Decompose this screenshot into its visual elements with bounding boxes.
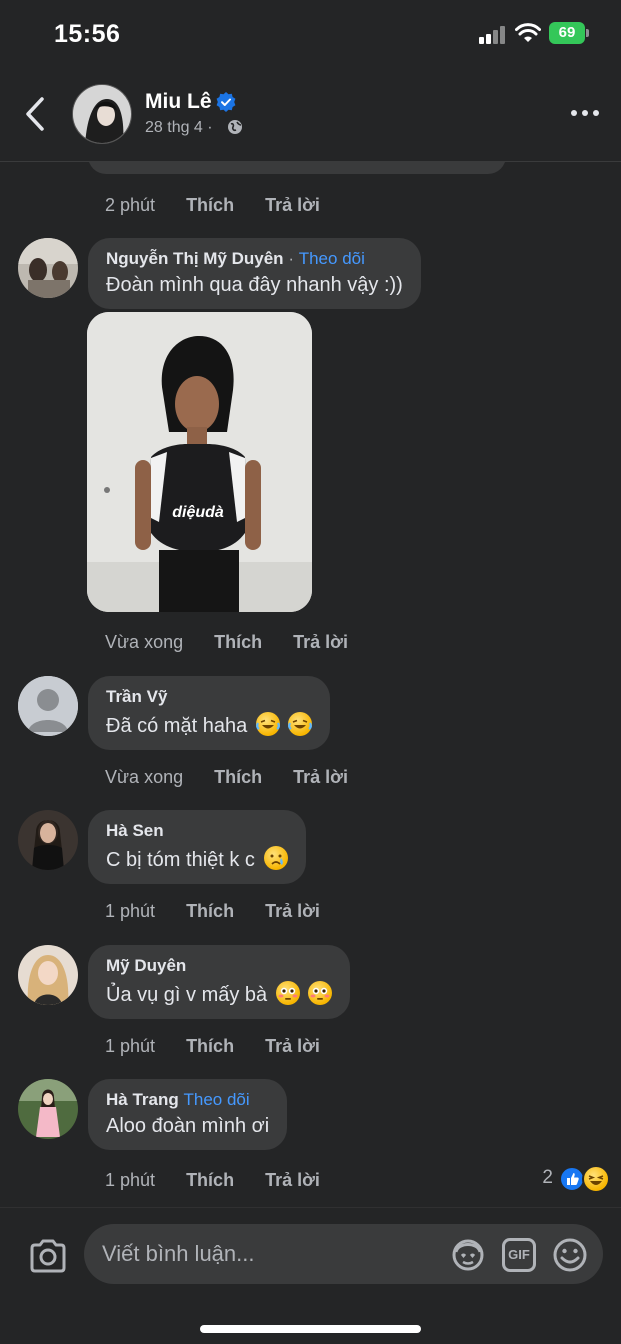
- like-button[interactable]: Thích: [214, 632, 262, 652]
- avatar[interactable]: [18, 238, 78, 298]
- like-button[interactable]: Thích: [186, 1036, 234, 1056]
- like-button[interactable]: Thích: [214, 767, 262, 787]
- flushed-face-emoji-icon: [275, 981, 300, 1005]
- separator-dot: ·: [288, 249, 294, 268]
- comment-text: Ủa vụ gì v mấy bà: [106, 984, 268, 1006]
- avatar-sticker-icon[interactable]: [450, 1238, 486, 1272]
- author-avatar[interactable]: [72, 84, 132, 144]
- comment-actions: 2 phút Thích Trả lời: [105, 195, 346, 216]
- home-indicator[interactable]: [200, 1325, 421, 1333]
- comment-actions: 1 phút Thích Trả lời: [105, 1170, 346, 1191]
- status-bar: 15:56 69: [0, 0, 621, 70]
- comment-time: Vừa xong: [105, 632, 184, 652]
- post-header: Miu Lê 28 thg 4 ·: [0, 70, 621, 162]
- comment-text: Đã có mặt haha: [106, 715, 248, 737]
- comment-actions: Vừa xong Thích Trả lời: [105, 632, 374, 653]
- comment-text: C bị tóm thiệt k c: [106, 849, 255, 871]
- comment-time: Vừa xong: [105, 767, 184, 787]
- comment-time: 1 phút: [105, 1170, 156, 1190]
- battery-icon: 69: [549, 22, 589, 44]
- reply-button[interactable]: Trả lời: [293, 767, 348, 787]
- author-name[interactable]: Miu Lê: [145, 90, 212, 114]
- commenter-name[interactable]: Hà Trang: [106, 1090, 179, 1109]
- comment-photo[interactable]: diệudà: [87, 312, 312, 612]
- commenter-name[interactable]: Trần Vỹ: [106, 687, 167, 706]
- battery-level: 69: [549, 22, 585, 44]
- comment-actions: Vừa xong Thích Trả lời: [105, 767, 374, 788]
- comment-time: 1 phút: [105, 1036, 156, 1056]
- flushed-face-emoji-icon: [308, 981, 333, 1005]
- crying-face-emoji-icon: [263, 846, 288, 870]
- avatar[interactable]: [18, 676, 78, 736]
- reaction-count[interactable]: 2: [542, 1167, 553, 1189]
- shirt-print: diệudà: [172, 504, 224, 521]
- comment-text: Aloo đoàn mình ơi: [106, 1115, 270, 1137]
- commenter-name[interactable]: Hà Sen: [106, 821, 164, 840]
- post-date: 28 thg 4 ·: [145, 119, 213, 136]
- status-time: 15:56: [54, 20, 121, 48]
- more-options-icon[interactable]: [568, 106, 602, 120]
- comment-bubble: Mỹ Duyên Ủa vụ gì v mấy bà: [88, 945, 351, 1019]
- sticker-icon[interactable]: [552, 1237, 588, 1273]
- signal-icon: [479, 26, 505, 44]
- commenter-name[interactable]: Mỹ Duyên: [106, 956, 186, 975]
- like-button[interactable]: Thích: [186, 901, 234, 921]
- reply-button[interactable]: Trả lời: [265, 195, 320, 215]
- comment-time: 1 phút: [105, 901, 156, 921]
- like-button[interactable]: Thích: [186, 195, 234, 215]
- reply-button[interactable]: Trả lời: [265, 1170, 320, 1190]
- comment-bubble: [88, 162, 506, 174]
- reply-button[interactable]: Trả lời: [265, 1036, 320, 1056]
- verified-icon: [216, 92, 236, 112]
- reply-button[interactable]: Trả lời: [293, 632, 348, 652]
- tears-of-joy-emoji-icon: [288, 712, 313, 736]
- tears-of-joy-emoji-icon: [255, 712, 280, 736]
- comment-actions: 1 phút Thích Trả lời: [105, 1036, 346, 1057]
- comment-bubble: Hà Sen C bị tóm thiệt k c: [88, 810, 306, 884]
- avatar[interactable]: [18, 810, 78, 870]
- avatar[interactable]: [18, 1079, 78, 1139]
- comment-bubble: Nguyễn Thị Mỹ Duyên · Theo dõi Đoàn mình…: [88, 238, 421, 309]
- gif-icon[interactable]: GIF: [502, 1238, 536, 1272]
- comment-list: 2 phút Thích Trả lời Nguyễn Thị Mỹ Duyên…: [0, 162, 621, 1207]
- wifi-icon: [515, 23, 541, 42]
- camera-icon[interactable]: [28, 1238, 68, 1274]
- avatar[interactable]: [18, 945, 78, 1005]
- back-icon[interactable]: [22, 96, 50, 132]
- comment-text: Đoàn mình qua đây nhanh vậy :)): [106, 274, 403, 296]
- comment-composer: GIF: [0, 1207, 621, 1344]
- globe-icon: [228, 120, 242, 134]
- comment-time: 2 phút: [105, 195, 156, 215]
- haha-icon: [582, 1165, 610, 1193]
- follow-link[interactable]: Theo dõi: [183, 1090, 249, 1109]
- comment-bubble: Hà Trang Theo dõi Aloo đoàn mình ơi: [88, 1079, 288, 1150]
- like-button[interactable]: Thích: [186, 1170, 234, 1190]
- comment-bubble: Trần Vỹ Đã có mặt haha: [88, 676, 331, 750]
- commenter-name[interactable]: Nguyễn Thị Mỹ Duyên: [106, 249, 284, 268]
- follow-link[interactable]: Theo dõi: [299, 249, 365, 268]
- reply-button[interactable]: Trả lời: [265, 901, 320, 921]
- comment-actions: 1 phút Thích Trả lời: [105, 901, 346, 922]
